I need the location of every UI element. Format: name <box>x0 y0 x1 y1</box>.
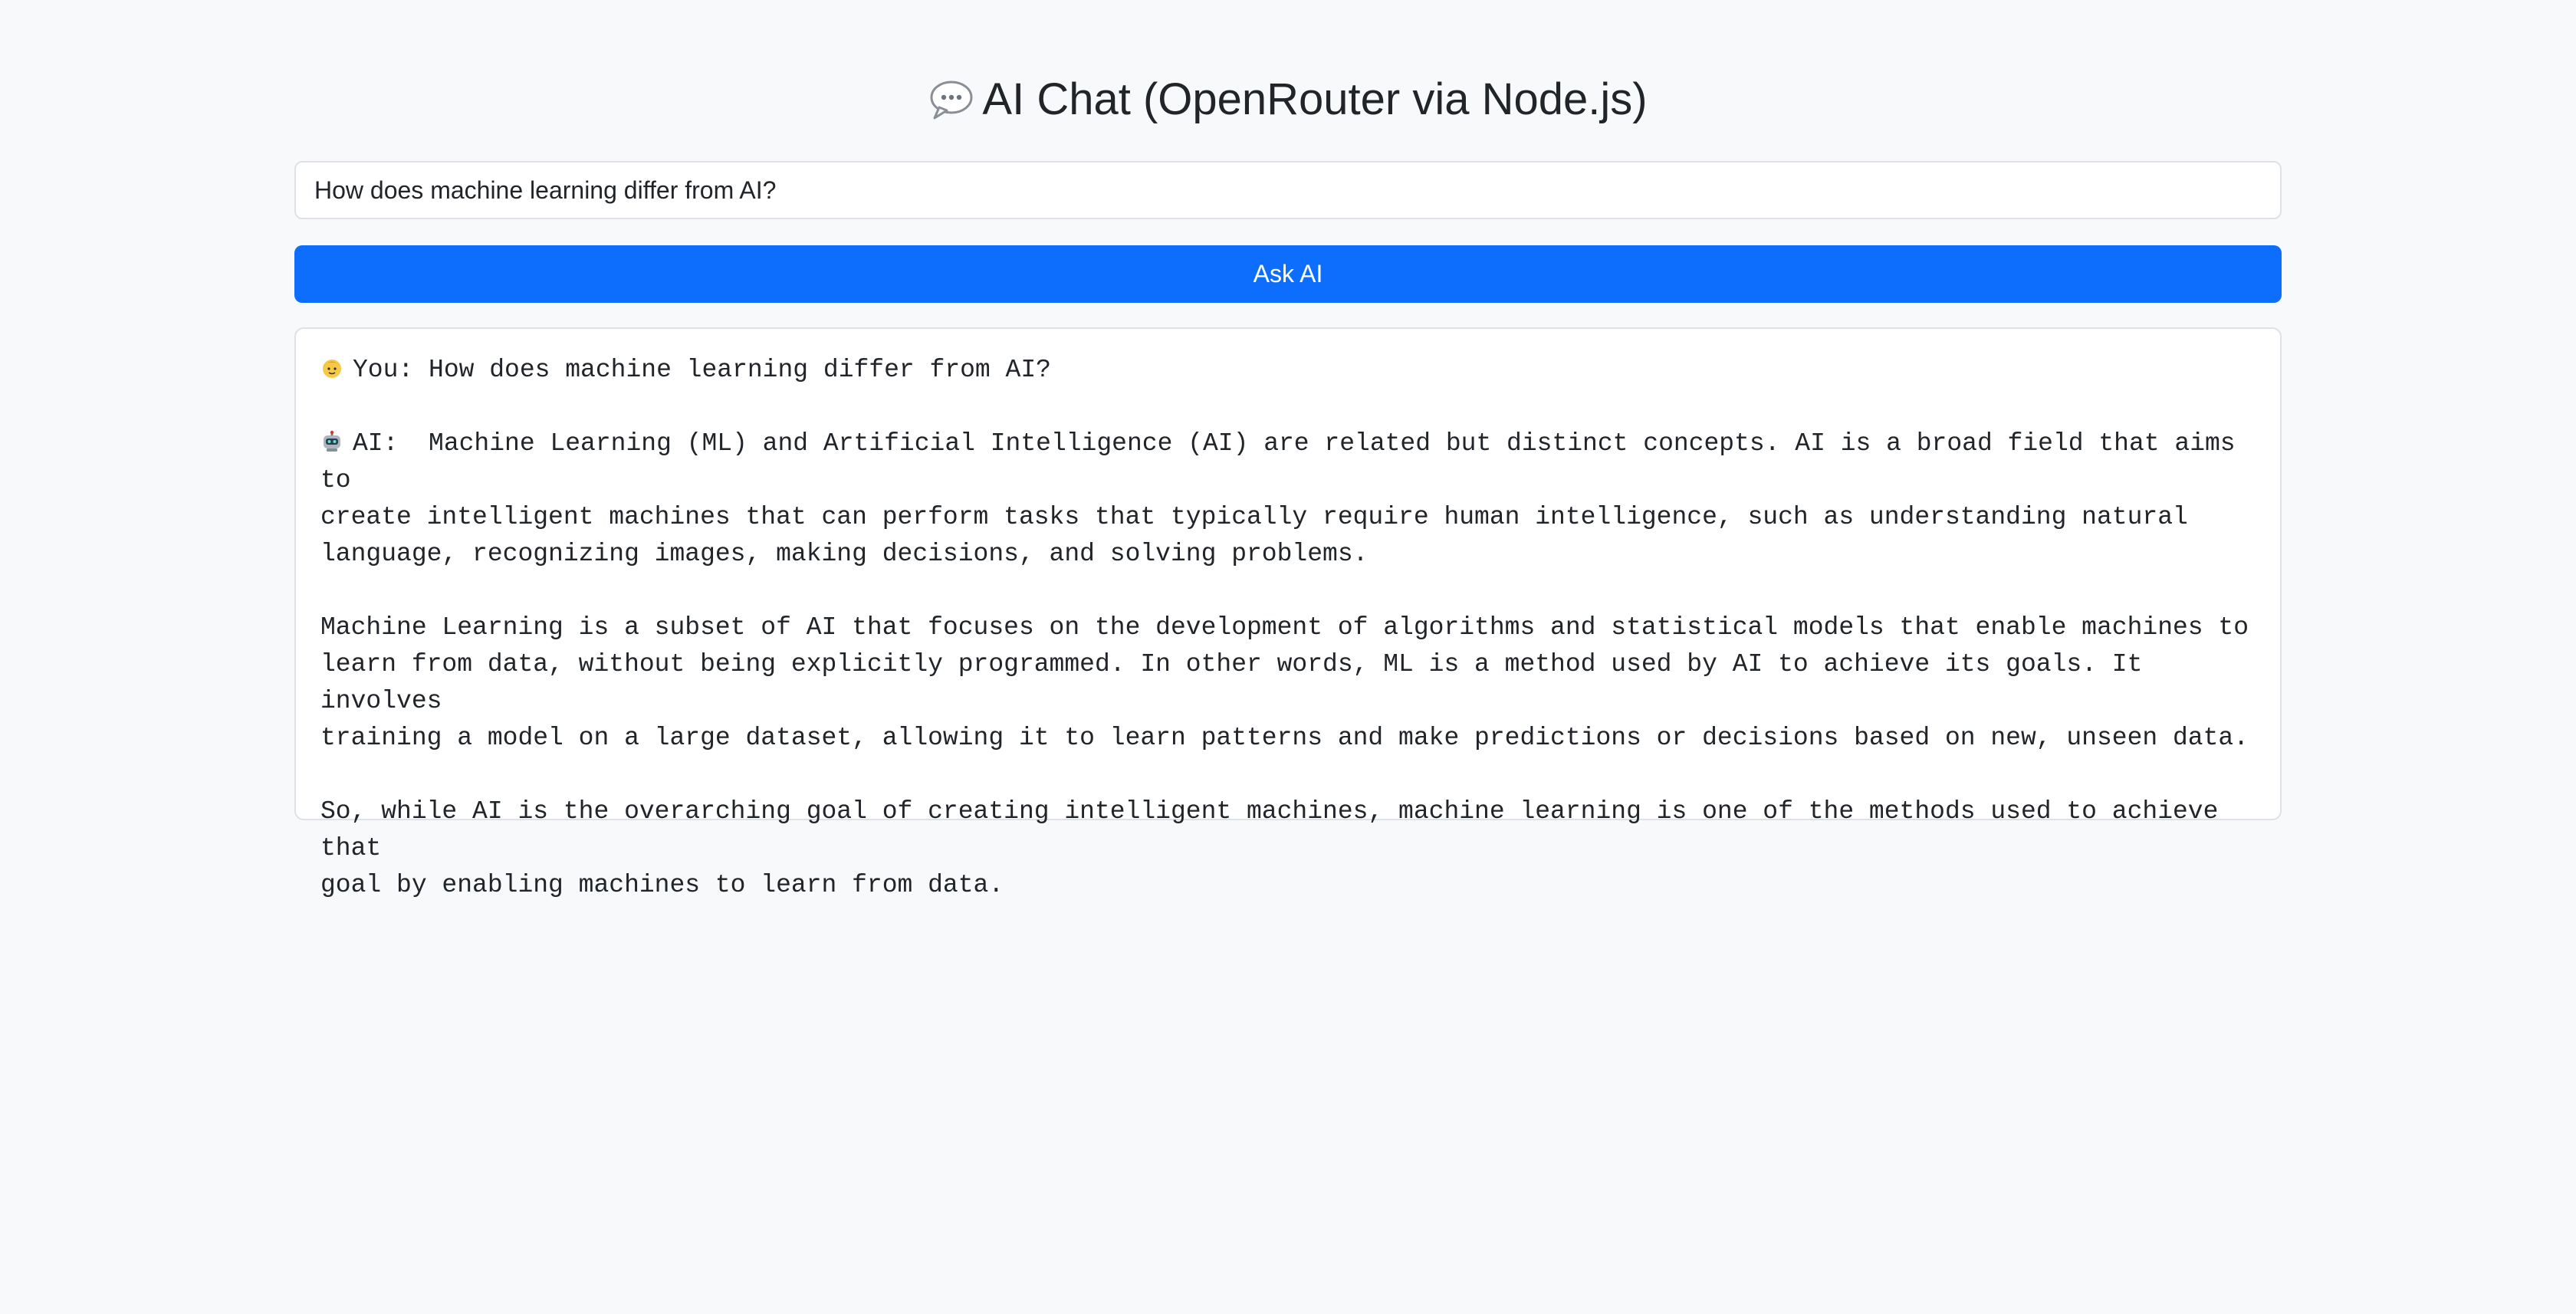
ai-message-line: learn from data, without being explicitl… <box>320 650 2158 715</box>
page-title: AI Chat (OpenRouter via Node.js) <box>0 67 2576 132</box>
ai-message-line: create intelligent machines that can per… <box>320 503 2188 531</box>
speech-bubble-icon <box>928 78 974 121</box>
chat-page: AI Chat (OpenRouter via Node.js) Ask AI … <box>0 0 2576 1314</box>
person-face-icon <box>320 356 343 379</box>
user-message: You: How does machine learning differ fr… <box>320 352 2256 389</box>
ai-message-line: goal by enabling machines to learn from … <box>320 871 1004 899</box>
ai-message-line: language, recognizing images, making dec… <box>320 540 1368 568</box>
ai-message-text-1: AI: Machine Learning (ML) and Artificial… <box>320 429 2251 494</box>
question-input[interactable] <box>294 161 2282 219</box>
robot-icon <box>320 430 343 453</box>
page-title-text: AI Chat (OpenRouter via Node.js) <box>982 74 1648 124</box>
ai-message-line: So, while AI is the overarching goal of … <box>320 797 2234 862</box>
ai-message-line: Machine Learning is a subset of AI that … <box>320 613 2249 642</box>
ai-message-line: AI: Machine Learning (ML) and Artificial… <box>320 425 2256 499</box>
ask-ai-button[interactable]: Ask AI <box>294 245 2282 303</box>
ai-message-line: training a model on a large dataset, all… <box>320 724 2249 752</box>
user-message-text: You: How does machine learning differ fr… <box>353 356 1051 384</box>
response-output: You: How does machine learning differ fr… <box>294 327 2282 899</box>
